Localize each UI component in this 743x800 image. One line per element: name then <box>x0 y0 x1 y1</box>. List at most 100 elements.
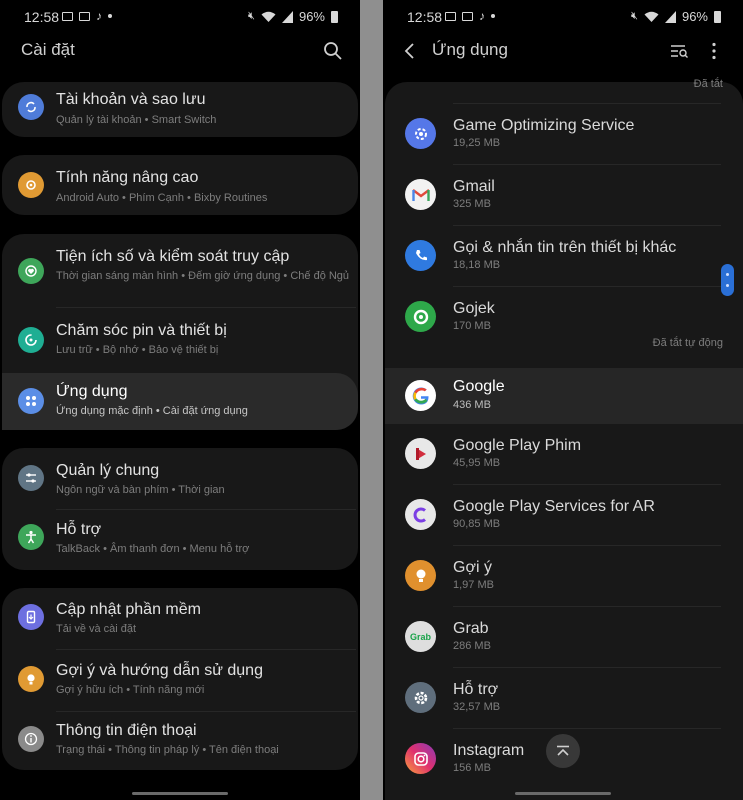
app-name: Gmail <box>453 178 495 195</box>
notification-icons: ♪ <box>62 9 112 23</box>
image-notification-icon <box>79 11 90 21</box>
gallery-icon <box>445 11 456 21</box>
app-name: Instagram <box>453 742 525 759</box>
back-arrow-icon[interactable] <box>399 40 421 62</box>
settings-item-about-phone[interactable]: Thông tin điện thoại Trạng thái • Thông … <box>2 712 358 770</box>
item-subtitle: Tải về và cài đặt <box>56 623 137 635</box>
gesture-bar[interactable] <box>515 792 611 795</box>
settings-item-digital-wellbeing[interactable]: Tiện ích số và kiểm soát truy cập Thời g… <box>2 234 358 306</box>
chevron-up-icon <box>557 745 569 756</box>
status-time: 12:58 <box>407 9 443 25</box>
phone-link-icon <box>405 240 436 271</box>
app-item-grab[interactable]: Grab Grab 286 MB <box>385 607 743 668</box>
item-title: Gợi ý và hướng dẫn sử dụng <box>56 662 263 679</box>
app-item-game-optimizing-service[interactable]: Game Optimizing Service 19,25 MB <box>385 104 743 165</box>
lightbulb-icon <box>18 666 44 692</box>
app-size: 90,85 MB <box>453 518 501 530</box>
search-icon[interactable] <box>322 40 344 62</box>
more-notifications-icon <box>108 14 112 18</box>
page-title: Ứng dụng <box>432 40 508 59</box>
item-subtitle: Thời gian sáng màn hình • Đếm giờ ứng dụ… <box>56 270 350 282</box>
ar-core-icon <box>405 499 436 530</box>
app-item-google[interactable]: Google 436 MB <box>385 368 743 424</box>
filter-search-icon[interactable] <box>668 40 690 62</box>
app-item-call-text-other-devices[interactable]: Gọi & nhắn tin trên thiết bị khác 18,18 … <box>385 226 743 287</box>
device-care-icon <box>18 327 44 353</box>
settings-item-advanced-features[interactable]: Tính năng nâng cao Android Auto • Phím C… <box>2 155 358 215</box>
settings-item-battery-care[interactable]: Chăm sóc pin và thiết bị Lưu trữ • Bộ nh… <box>2 308 358 372</box>
settings-group-advanced: Tính năng nâng cao Android Auto • Phím C… <box>2 155 358 215</box>
settings-item-tips[interactable]: Gợi ý và hướng dẫn sử dụng Gợi ý hữu ích… <box>2 650 358 710</box>
scroll-up-dot <box>726 273 729 276</box>
lightbulb-icon <box>405 560 436 591</box>
settings-item-accessibility[interactable]: Hỗ trợ TalkBack • Âm thanh đơn • Menu hỗ… <box>2 510 358 570</box>
heart-ring-icon <box>18 258 44 284</box>
grab-icon: Grab <box>405 621 436 652</box>
signal-icon <box>281 10 293 23</box>
item-subtitle: TalkBack • Âm thanh đơn • Menu hỗ trợ <box>56 543 250 555</box>
app-size: 19,25 MB <box>453 137 501 149</box>
notification-icons: ♪ <box>445 9 495 23</box>
app-status-label: Đã tắt tự động <box>652 337 723 349</box>
item-title: Quản lý chung <box>56 462 160 479</box>
app-size: 156 MB <box>453 762 491 774</box>
more-options-icon[interactable] <box>703 40 725 62</box>
software-update-icon <box>18 604 44 630</box>
instagram-icon <box>405 743 436 774</box>
item-subtitle: Ứng dụng mặc định • Cài đặt ứng dụng <box>56 405 248 417</box>
settings-group-general: Quản lý chung Ngôn ngữ và bàn phím • Thờ… <box>2 448 358 570</box>
status-bar: 12:58 ♪ 🔇︎ 96% <box>383 0 743 32</box>
app-item-gmail[interactable]: Gmail 325 MB <box>385 165 743 226</box>
item-title: Hỗ trợ <box>56 521 102 538</box>
settings-item-accounts[interactable]: Tài khoản và sao lưu Quản lý tài khoản •… <box>2 82 358 137</box>
app-item-tips[interactable]: Gợi ý 1,97 MB <box>385 546 743 607</box>
item-title: Cập nhật phần mềm <box>56 601 201 618</box>
gesture-bar[interactable] <box>132 792 228 795</box>
app-name: Google Play Phim <box>453 437 582 454</box>
app-name: Hỗ trợ <box>453 681 499 698</box>
item-subtitle: Trạng thái • Thông tin pháp lý • Tên điệ… <box>56 744 279 756</box>
settings-item-apps[interactable]: Ứng dụng Ứng dụng mặc định • Cài đặt ứng… <box>2 373 358 430</box>
battery-level: 96% <box>298 9 325 24</box>
item-subtitle: Lưu trữ • Bộ nhớ • Bảo vệ thiết bị <box>56 344 219 356</box>
item-subtitle: Gợi ý hữu ích • Tính năng mới <box>56 684 205 696</box>
image-notification-icon <box>462 11 473 21</box>
item-title: Tính năng nâng cao <box>56 169 199 186</box>
battery-icon <box>714 10 721 23</box>
gmail-icon <box>405 179 436 210</box>
item-title: Tiện ích số và kiểm soát truy cập <box>56 248 290 265</box>
item-title: Thông tin điện thoại <box>56 722 197 739</box>
apps-screen: 12:58 ♪ 🔇︎ 96% Ứng dụng Đã tắt Game Opti… <box>383 0 743 800</box>
gojek-icon <box>405 301 436 332</box>
system-icons: 🔇︎ 96% <box>631 9 721 24</box>
item-subtitle: Quản lý tài khoản • Smart Switch <box>56 114 217 126</box>
status-bar: 12:58 ♪ 🔇︎ 96% <box>0 0 360 32</box>
info-icon <box>18 726 44 752</box>
app-list: Đã tắt Game Optimizing Service 19,25 MB … <box>385 78 743 800</box>
app-item-google-play-services-ar[interactable]: Google Play Services for AR 90,85 MB <box>385 485 743 546</box>
mute-icon: 🔇︎ <box>248 10 255 22</box>
app-name: Gọi & nhắn tin trên thiết bị khác <box>453 239 677 256</box>
app-size: 286 MB <box>453 640 491 652</box>
partial-status-label: Đã tắt <box>693 78 723 90</box>
app-size: 436 MB <box>453 399 491 411</box>
scroll-to-top-button[interactable] <box>546 734 580 768</box>
app-size: 325 MB <box>453 198 491 210</box>
item-subtitle: Android Auto • Phím Cạnh • Bixby Routine… <box>56 192 268 204</box>
app-item-google-play-movies[interactable]: Google Play Phim 45,95 MB <box>385 424 743 485</box>
system-icons: 🔇︎ 96% <box>248 9 338 24</box>
mute-icon: 🔇︎ <box>631 10 638 22</box>
app-item-gojek[interactable]: Gojek 170 MB Đã tắt tự động <box>385 287 743 363</box>
google-icon <box>405 380 436 411</box>
accessibility-icon <box>18 524 44 550</box>
fast-scroll-handle[interactable] <box>721 264 734 296</box>
apps-grid-icon <box>18 388 44 414</box>
sliders-icon <box>18 465 44 491</box>
item-title: Chăm sóc pin và thiết bị <box>56 322 227 339</box>
settings-item-general-management[interactable]: Quản lý chung Ngôn ngữ và bàn phím • Thờ… <box>2 448 358 508</box>
settings-item-software-update[interactable]: Cập nhật phần mềm Tải về và cài đặt <box>2 588 358 648</box>
app-size: 18,18 MB <box>453 259 501 271</box>
app-item-support[interactable]: Hỗ trợ 32,57 MB <box>385 668 743 729</box>
signal-icon <box>664 10 676 23</box>
settings-group-wellbeing: Tiện ích số và kiểm soát truy cập Thời g… <box>2 234 358 430</box>
